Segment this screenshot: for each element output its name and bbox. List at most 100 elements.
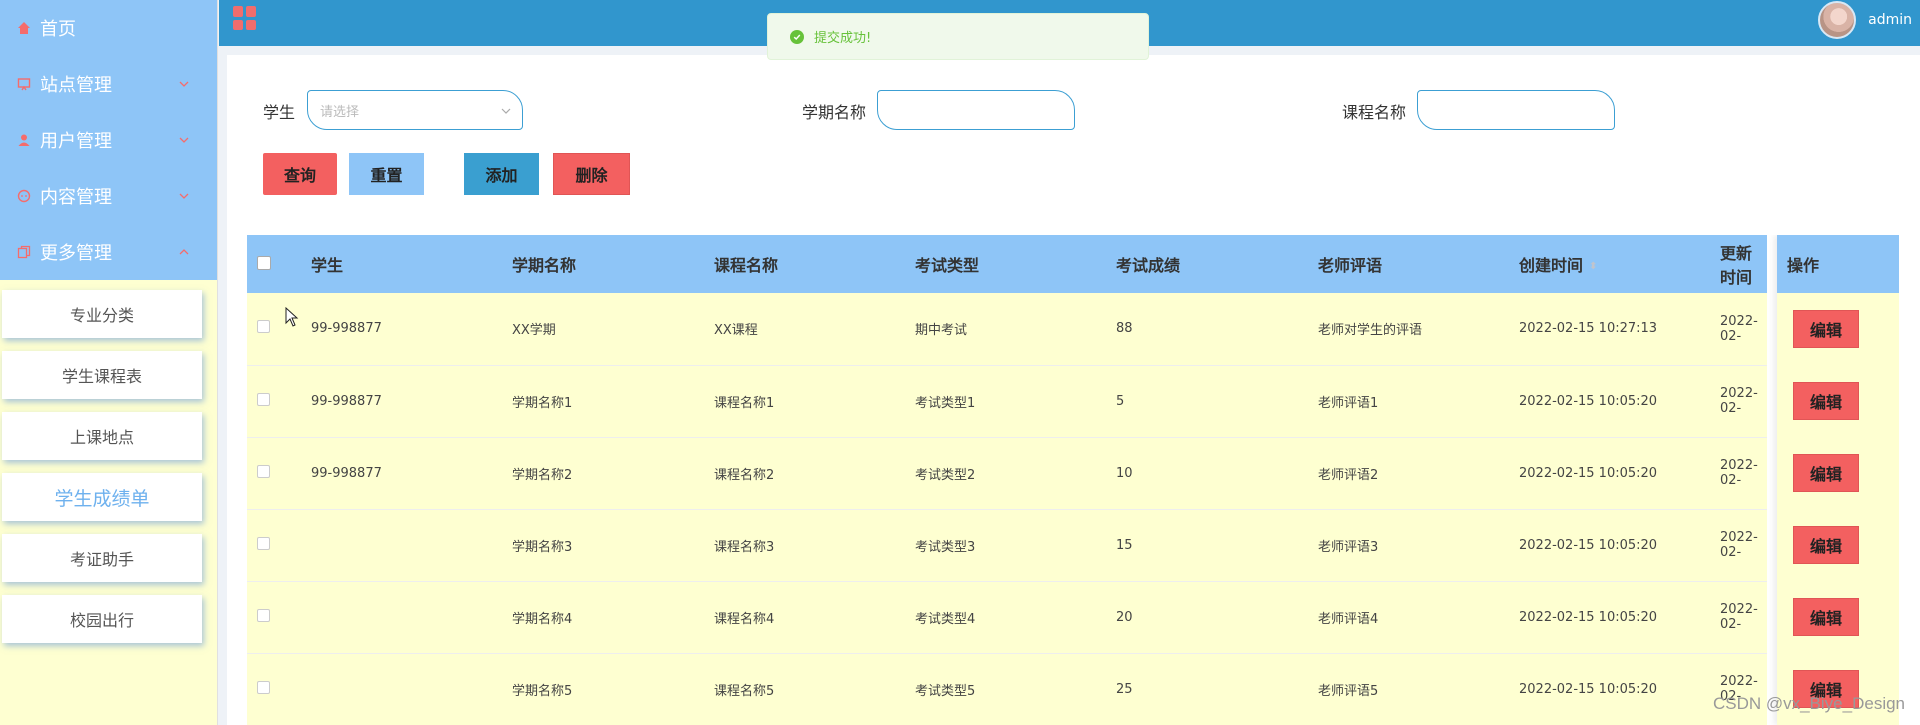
table-cell [311, 509, 512, 581]
course-filter-label: 课程名称 [1342, 103, 1407, 122]
sidebar-menu-item[interactable]: 首页 [0, 0, 217, 56]
table-cell: 2022-02-15 10:05:20 [1519, 681, 1658, 697]
username[interactable]: admin [1868, 12, 1912, 28]
column-header-label: 考试类型 [915, 256, 980, 275]
edit-button[interactable]: 编辑 [1793, 310, 1859, 348]
table-cell: 老师评语1 [1318, 395, 1379, 411]
sidebar-menu-label: 更多管理 [40, 243, 112, 264]
edit-button[interactable]: 编辑 [1793, 382, 1859, 420]
table-cell: 学期名称2 [512, 467, 573, 483]
term-name-input[interactable] [877, 90, 1075, 130]
row-checkbox[interactable] [257, 464, 270, 478]
table-row: 99-998877 XX学期 XX课程 期中考试 88 老师对学生的评语 2022-02-1… [247, 293, 1767, 365]
operation-cell: 编辑 [1777, 581, 1899, 653]
row-checkbox[interactable] [257, 680, 270, 694]
sidebar-menu-item[interactable]: 内容管理 [0, 168, 217, 224]
sidebar-subitem[interactable]: 学生成绩单 [2, 473, 202, 521]
table-row: 99-998877 学期名称1 课程名称1 考试类型1 5 老师评语1 2022-02-15… [247, 365, 1767, 437]
table-cell: 2022-02-15 10:05:20 [1519, 465, 1658, 481]
column-header: 课程名称 [714, 235, 915, 293]
select-all-cell [247, 235, 311, 293]
delete-button[interactable]: 删除 [553, 153, 630, 195]
table-cell: XX学期 [512, 323, 556, 339]
sidebar-subitem[interactable]: 校园出行 [2, 595, 202, 643]
select-all-checkbox[interactable] [257, 255, 271, 270]
table-header-row: 学生 学期名称 课程名称 考试类型 考试成绩 老师评语 创建时间 ⬍ 更新时间 [247, 235, 1767, 293]
edit-button[interactable]: 编辑 [1793, 598, 1859, 636]
row-select-cell [247, 365, 311, 437]
column-header: 更新时间 [1720, 235, 1767, 293]
chevron-down-icon [501, 108, 511, 114]
avatar[interactable] [1818, 1, 1856, 39]
watermark: CSDN @vx_Biye_Design [1712, 694, 1905, 713]
column-header: 学期名称 [512, 235, 714, 293]
sidebar-menu-item[interactable]: 更多管理 [0, 224, 217, 280]
column-header-label: 课程名称 [714, 256, 779, 275]
edit-button[interactable]: 编辑 [1793, 526, 1859, 564]
table-cell: 2022-02- [1720, 602, 1758, 632]
column-header-label: 学期名称 [512, 256, 577, 275]
success-check-icon [790, 29, 804, 44]
table-cell: 10 [1116, 465, 1133, 481]
main-panel: 学生 请选择 学期名称 课程名称 查询 重置 添加 删除 学生 学期名称 课程名称考… [227, 55, 1920, 725]
row-checkbox[interactable] [257, 536, 270, 550]
table-cell: 考试类型4 [915, 611, 976, 627]
table-cell: 25 [1116, 681, 1133, 697]
sidebar-subitem[interactable]: 专业分类 [2, 290, 202, 338]
edit-button[interactable]: 编辑 [1793, 454, 1859, 492]
table-cell: 99-998877 [311, 465, 382, 481]
sidebar: 首页 站点管理 用户管理内容管理更多管理 专业分类学生课程表上课地点学生成绩单考证助… [0, 0, 218, 725]
table-cell: XX课程 [714, 323, 758, 339]
success-toast: 提交成功! [767, 13, 1149, 60]
sidebar-subitem[interactable]: 上课地点 [2, 412, 202, 460]
sidebar-menu-label: 内容管理 [40, 187, 112, 208]
row-checkbox[interactable] [257, 608, 270, 622]
term-filter-label: 学期名称 [802, 103, 867, 122]
table-row: 学期名称4 课程名称4 考试类型4 20 老师评语4 2022-02-15 10:05:2… [247, 581, 1767, 653]
column-header: 学生 [311, 235, 512, 293]
row-select-cell [247, 437, 311, 509]
add-button[interactable]: 添加 [464, 153, 539, 195]
sidebar-menu-item[interactable]: 用户管理 [0, 112, 217, 168]
table-cell: 课程名称1 [714, 395, 775, 411]
operation-cell: 编辑 [1777, 653, 1899, 725]
table-cell: 老师评语5 [1318, 683, 1379, 699]
column-header-operation: 操作 [1777, 235, 1899, 293]
table-cell: 期中考试 [915, 323, 968, 339]
table-cell: 2022-02-15 10:05:20 [1519, 393, 1658, 409]
sidebar-menu: 首页 站点管理 用户管理内容管理更多管理 [0, 0, 217, 280]
query-button[interactable]: 查询 [263, 153, 337, 195]
table-cell: 课程名称2 [714, 467, 775, 483]
operation-cell: 编辑 [1777, 293, 1899, 365]
column-header[interactable]: 创建时间 ⬍ [1519, 235, 1720, 293]
table-cell: 2022-02-15 10:05:20 [1519, 537, 1658, 553]
column-header: 考试成绩 [1116, 235, 1318, 293]
course-name-input[interactable] [1417, 90, 1615, 130]
table-cell: 99-998877 [311, 321, 382, 337]
table-cell: 15 [1116, 537, 1133, 553]
table-cell: 5 [1116, 393, 1125, 409]
menu-toggle-icon[interactable] [233, 6, 257, 30]
chat-icon [16, 188, 32, 204]
sidebar-submenu: 专业分类学生课程表上课地点学生成绩单考证助手校园出行 [0, 280, 217, 643]
row-select-cell [247, 509, 311, 581]
table-cell [311, 581, 512, 653]
row-checkbox[interactable] [257, 320, 270, 334]
table-cell [311, 653, 512, 725]
student-select[interactable]: 请选择 [307, 90, 523, 130]
table-cell: 老师对学生的评语 [1318, 323, 1423, 339]
row-checkbox[interactable] [257, 392, 270, 406]
table-cell: 2022-02- [1720, 313, 1758, 344]
reset-button[interactable]: 重置 [349, 153, 424, 195]
table-row: 99-998877 学期名称2 课程名称2 考试类型2 10 老师评语2 2022-02-1… [247, 437, 1767, 509]
column-header: 考试类型 [915, 235, 1116, 293]
copy-icon [16, 244, 32, 260]
sidebar-menu-item[interactable]: 站点管理 [0, 56, 217, 112]
column-header-label: 创建时间 [1519, 256, 1584, 275]
column-header-label: 考试成绩 [1116, 256, 1181, 275]
table-cell: 考试类型2 [915, 467, 976, 483]
sidebar-subitem[interactable]: 学生课程表 [2, 351, 202, 399]
table-cell: 20 [1116, 609, 1133, 625]
sidebar-subitem[interactable]: 考证助手 [2, 534, 202, 582]
sort-icon[interactable]: ⬍ [1589, 261, 1597, 272]
